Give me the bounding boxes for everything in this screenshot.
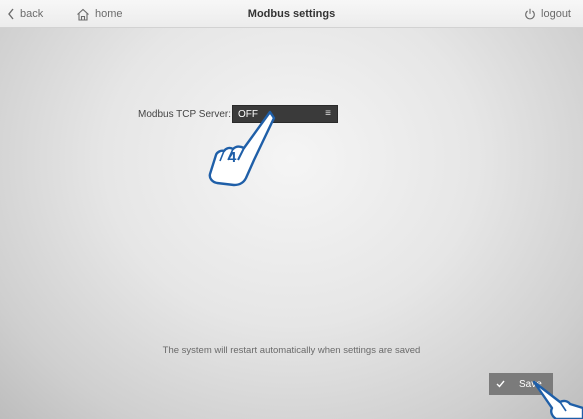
page-title: Modbus settings [247, 8, 336, 20]
power-icon [524, 8, 536, 20]
pointing-hand-icon: 4 [200, 108, 280, 193]
pointing-hand-icon [530, 378, 583, 419]
back-label: back [20, 8, 44, 20]
logout-label: logout [541, 8, 571, 20]
top-navigation-bar: back home Modbus settings logout [0, 0, 583, 28]
menu-lines-icon: ≡ [325, 108, 331, 119]
restart-notice: The system will restart automatically wh… [162, 345, 421, 356]
step-number: 4 [228, 149, 237, 166]
home-label: home [95, 8, 123, 20]
checkmark-icon [496, 380, 505, 388]
logout-button[interactable]: logout [524, 0, 571, 28]
house-icon [76, 8, 90, 21]
back-button[interactable]: back [7, 0, 43, 28]
home-button[interactable]: home [76, 0, 123, 28]
chevron-left-icon [7, 8, 15, 20]
